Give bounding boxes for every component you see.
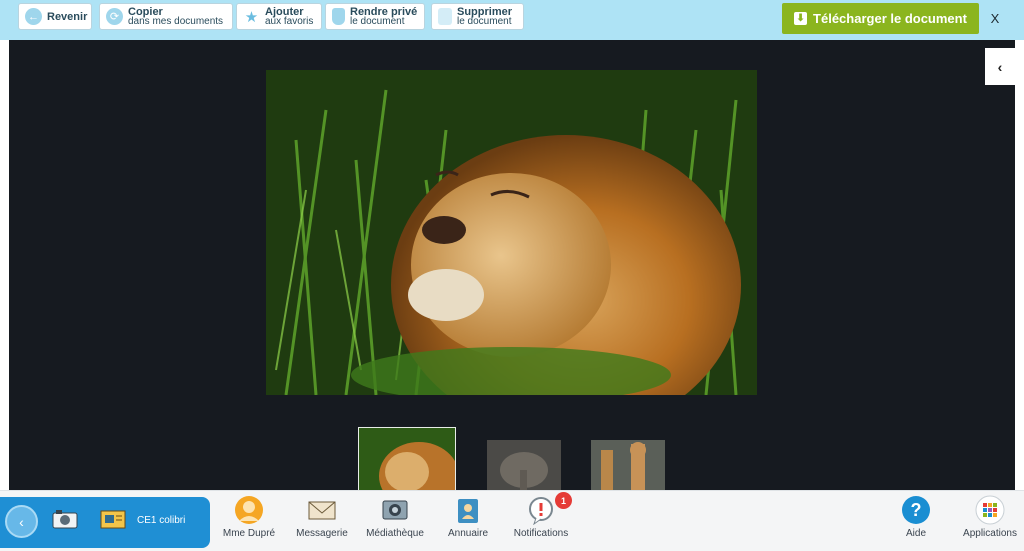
dock-item-messaging[interactable]: Messagerie — [294, 495, 350, 539]
media-icon[interactable] — [52, 509, 78, 531]
download-icon: ⬇ — [794, 12, 808, 25]
dock-item-teacher[interactable]: Mme Dupré — [221, 495, 277, 539]
back-label: Revenir — [47, 10, 88, 23]
media-library-label: Médiathèque — [366, 528, 424, 539]
teacher-label: Mme Dupré — [222, 528, 276, 539]
make-private-button[interactable]: Rendre privé le document — [325, 3, 425, 30]
add-favorite-button[interactable]: ★ Ajouter aux favoris — [236, 3, 322, 30]
close-button[interactable]: X — [988, 8, 1002, 28]
help-label: Aide — [905, 528, 926, 539]
dock-item-media-library[interactable]: Médiathèque — [364, 495, 426, 539]
dock-item-applications[interactable]: Applications — [959, 495, 1021, 539]
thumbnail-giraffe[interactable] — [591, 440, 665, 492]
bottom-dock: ‹ CE1 colibri Mme Dupré Messagerie Média… — [0, 490, 1024, 551]
arrow-left-icon: ← — [25, 8, 42, 25]
dock-item-directory[interactable]: Annuaire — [442, 495, 494, 539]
sidebar-toggle-button[interactable]: ‹ — [985, 48, 1015, 85]
lion-photo — [266, 70, 757, 395]
envelope-icon — [308, 501, 336, 520]
notification-count-badge: 1 — [555, 492, 572, 509]
help-icon: ? — [902, 496, 930, 524]
copy-icon: ⟳ — [106, 8, 123, 25]
download-label: Télécharger le document — [813, 11, 967, 26]
thumbnail-lion[interactable] — [358, 427, 456, 492]
svg-text:?: ? — [911, 500, 922, 520]
private-sublabel: le document — [350, 15, 405, 27]
media-library-icon — [382, 500, 408, 520]
trash-icon — [438, 8, 452, 25]
applications-label: Applications — [963, 528, 1017, 539]
thumbnail-elephant[interactable] — [487, 440, 561, 492]
notification-bubble-icon — [529, 497, 553, 525]
directory-icon — [458, 499, 478, 523]
messaging-label: Messagerie — [296, 528, 348, 539]
star-icon: ★ — [244, 8, 259, 26]
teacher-avatar-icon — [235, 496, 263, 524]
delete-sublabel: le document — [457, 15, 512, 27]
directory-label: Annuaire — [447, 528, 489, 539]
copy-label: Copier — [128, 5, 163, 18]
apps-grid-icon — [975, 495, 1005, 525]
private-label: Rendre privé — [350, 5, 418, 18]
dock-item-help[interactable]: ? Aide — [893, 495, 939, 539]
class-switcher: ‹ CE1 colibri — [0, 497, 210, 548]
copy-sublabel: dans mes documents — [128, 15, 224, 27]
board-icon[interactable] — [100, 509, 126, 531]
document-viewer: ‹ — [9, 40, 1015, 492]
dock-back-button[interactable]: ‹ — [5, 505, 38, 538]
document-toolbar: ← Revenir ⟳ Copier dans mes documents ★ … — [0, 0, 1024, 40]
back-button[interactable]: ← Revenir — [18, 3, 92, 30]
class-name[interactable]: CE1 colibri — [137, 515, 185, 526]
delete-button[interactable]: Supprimer le document — [431, 3, 524, 30]
favorite-label: Ajouter — [265, 5, 304, 18]
delete-label: Supprimer — [457, 5, 513, 18]
download-button[interactable]: ⬇ Télécharger le document — [782, 3, 979, 34]
lock-icon — [332, 8, 345, 25]
favorite-sublabel: aux favoris — [265, 15, 314, 27]
notifications-label: Notifications — [513, 528, 569, 539]
copy-button[interactable]: ⟳ Copier dans mes documents — [99, 3, 233, 30]
